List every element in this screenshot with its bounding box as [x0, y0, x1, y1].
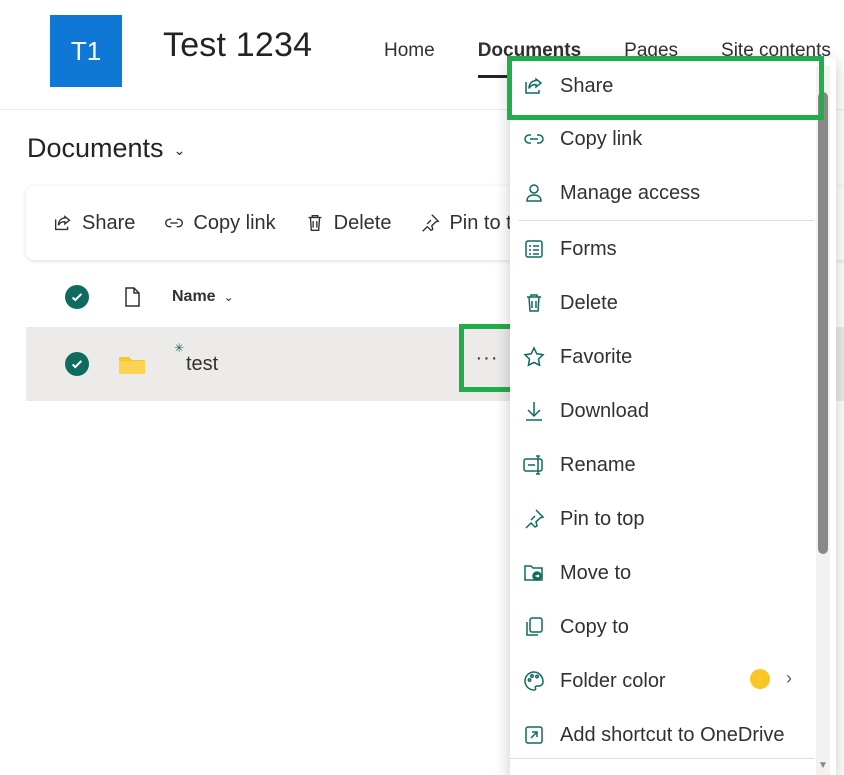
shortcut-icon: [525, 726, 543, 744]
menu-item-label: Copy to: [560, 615, 629, 638]
row-check-icon[interactable]: [65, 352, 89, 376]
menu-scrollbar[interactable]: [818, 92, 828, 554]
chevron-down-icon: ⌄: [223, 290, 234, 304]
select-all-cell[interactable]: [46, 285, 108, 309]
site-logo[interactable]: T1: [50, 15, 122, 87]
delete-command-label: Delete: [333, 211, 392, 234]
menu-item-label: Pin to top: [560, 507, 645, 530]
folder-icon-cell: [108, 353, 156, 375]
name-column-label: Name: [172, 288, 216, 305]
copy-link-command-label: Copy link: [193, 211, 276, 234]
select-all-check-icon[interactable]: [65, 285, 89, 309]
menu-item-label: Copy link: [560, 127, 643, 150]
download-icon: [526, 402, 542, 421]
menu-item-delete[interactable]: Delete: [510, 276, 810, 330]
person-icon: [526, 184, 542, 202]
menu-divider: [510, 758, 814, 759]
row-select-cell[interactable]: [46, 352, 108, 376]
file-name-cell: ✳ test: [174, 341, 219, 376]
menu-item-label: Add shortcut to OneDrive: [560, 723, 785, 746]
menu-item-rename[interactable]: Rename: [510, 438, 810, 492]
rename-icon: [523, 455, 543, 475]
share-command-label: Share: [82, 211, 136, 234]
trash-icon: [527, 294, 541, 312]
file-name-link[interactable]: ✳ test: [174, 341, 219, 375]
file-name-text: test: [186, 352, 219, 375]
menu-item-label: Share: [560, 74, 614, 97]
menu-item-copy-to[interactable]: Copy to: [510, 600, 810, 654]
menu-item-favorite[interactable]: Favorite: [510, 330, 810, 384]
menu-item-forms[interactable]: Forms: [510, 222, 810, 276]
menu-item-add-shortcut[interactable]: Add shortcut to OneDrive: [510, 708, 810, 762]
file-icon: [125, 287, 140, 307]
menu-item-pin-to-top[interactable]: Pin to top: [510, 492, 810, 546]
folder-icon: [119, 357, 145, 374]
copy-icon: [526, 617, 543, 636]
new-item-icon: ✳: [174, 340, 185, 355]
share-icon: [54, 215, 71, 231]
menu-item-label: Manage access: [560, 181, 701, 204]
forms-icon: [525, 240, 543, 258]
site-title[interactable]: Test 1234: [163, 26, 312, 65]
delete-command[interactable]: Delete: [304, 211, 392, 235]
trash-icon: [308, 214, 322, 232]
site-logo-text: T1: [70, 35, 102, 66]
pin-icon: [525, 509, 545, 529]
menu-item-label: Favorite: [560, 345, 633, 368]
folder-color-swatch: [750, 669, 770, 689]
chevron-down-icon: ⌄: [173, 142, 186, 158]
library-title-text: Documents: [27, 133, 164, 163]
file-type-header[interactable]: [108, 286, 156, 308]
menu-item-download[interactable]: Download: [510, 384, 810, 438]
move-icon: [524, 565, 543, 581]
share-command[interactable]: Share: [52, 212, 135, 235]
menu-item-move-to[interactable]: Move to: [510, 546, 810, 600]
menu-divider: [518, 220, 814, 221]
library-title[interactable]: Documents ⌄: [27, 133, 185, 164]
menu-item-label: Download: [560, 399, 649, 422]
copy-link-command[interactable]: Copy link: [163, 211, 276, 235]
menu-item-share[interactable]: Share: [510, 59, 810, 113]
menu-item-label: Delete: [560, 291, 618, 314]
menu-item-label: Folder color: [560, 669, 666, 692]
share-icon: [525, 77, 543, 94]
more-actions-icon: ···: [475, 346, 499, 369]
name-column-header[interactable]: Name ⌄: [172, 288, 234, 306]
palette-icon: [524, 671, 544, 691]
pin-icon: [422, 214, 440, 232]
link-icon: [165, 218, 184, 228]
scroll-down-icon[interactable]: ▼: [818, 760, 828, 771]
menu-item-copy-link[interactable]: Copy link: [510, 112, 810, 166]
menu-item-label: Move to: [560, 561, 632, 584]
menu-item-label: Rename: [560, 453, 636, 476]
menu-item-label: Forms: [560, 237, 617, 260]
nav-item-home[interactable]: Home: [384, 40, 435, 62]
more-actions-button[interactable]: ···: [459, 324, 515, 392]
chevron-right-icon: ›: [786, 668, 792, 688]
menu-item-manage-access[interactable]: Manage access: [510, 166, 810, 220]
link-icon: [524, 134, 544, 144]
star-icon: [523, 346, 545, 367]
